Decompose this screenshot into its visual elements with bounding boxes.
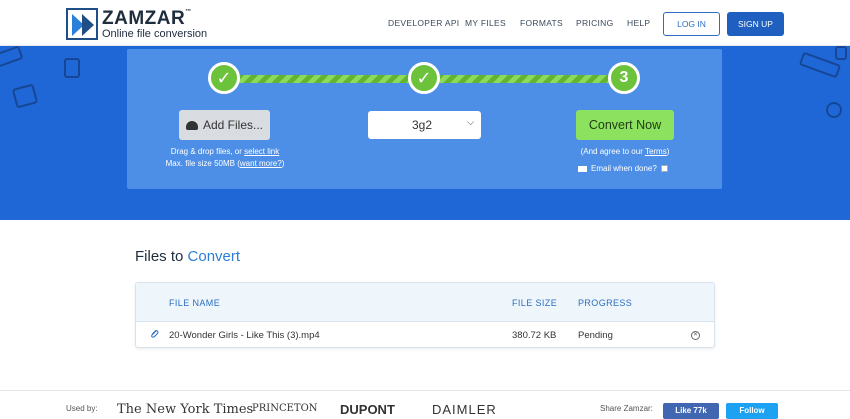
deco-file-icon	[64, 58, 80, 78]
files-section-title: Files to Convert	[135, 248, 241, 265]
file-progress-cell: Pending	[578, 330, 613, 341]
zamzar-logo[interactable]: ZAMZAR™ Online file conversion	[66, 8, 207, 40]
deco-image-icon	[11, 83, 39, 109]
press-logo-nyt: The New York Times	[117, 402, 254, 417]
facebook-like-button[interactable]: Like 77k	[663, 403, 719, 419]
step-1-check-icon: ✓	[208, 62, 240, 94]
logo-arrows-icon	[66, 8, 98, 40]
email-checkbox[interactable]	[660, 165, 668, 172]
share-label: Share Zamzar:	[600, 404, 653, 413]
used-by-label: Used by:	[66, 404, 98, 413]
file-name-cell: 20-Wonder Girls - Like This (3).mp4	[169, 330, 320, 341]
press-logo-princeton: PRINCETON	[252, 403, 318, 414]
add-files-label: Add Files...	[202, 118, 264, 132]
logo-tagline: Online file conversion	[102, 27, 208, 40]
twitter-follow-button[interactable]: Follow	[726, 403, 778, 419]
deco-tool-icon	[826, 102, 842, 118]
progress-track-2	[430, 75, 620, 83]
want-more-link[interactable]: want more?	[240, 159, 282, 168]
email-when-done: Email when done?	[578, 164, 668, 173]
press-logo-dupont: DUPONT	[340, 402, 395, 417]
cloud-upload-icon	[185, 120, 198, 130]
format-select[interactable]: 3g2 ⌵	[368, 111, 481, 139]
convert-now-button[interactable]: Convert Now	[576, 110, 674, 140]
terms-link[interactable]: Terms	[645, 147, 667, 156]
deco-box-icon	[835, 46, 847, 60]
nav-formats[interactable]: FORMATS	[520, 18, 563, 28]
footer-divider	[0, 390, 850, 391]
col-progress: PROGRESS	[578, 298, 633, 308]
drag-drop-hint: Drag & drop files, or select link	[170, 147, 280, 156]
step-2-check-icon: ✓	[408, 62, 440, 94]
remove-file-icon[interactable]: ✕	[691, 331, 700, 340]
files-table-header: FILE NAME FILE SIZE PROGRESS	[136, 283, 714, 322]
max-size-hint: Max. file size 50MB (want more?)	[165, 159, 285, 168]
nav-help[interactable]: HELP	[627, 18, 650, 28]
login-button[interactable]: LOG IN	[663, 12, 720, 36]
paperclip-icon	[151, 330, 159, 338]
files-table: FILE NAME FILE SIZE PROGRESS 20-Wonder G…	[135, 282, 715, 348]
format-value: 3g2	[412, 118, 433, 132]
email-label: Email when done?	[591, 164, 657, 173]
progress-track-1	[230, 75, 430, 83]
nav-my-files[interactable]: MY FILES	[465, 18, 506, 28]
logo-name: ZAMZAR™	[102, 7, 192, 29]
signup-button[interactable]: SIGN UP	[727, 12, 784, 36]
envelope-icon	[578, 165, 587, 172]
deco-tag-icon	[0, 46, 24, 69]
col-file-name: FILE NAME	[169, 298, 221, 308]
select-link[interactable]: select link	[244, 147, 279, 156]
chevron-down-icon: ⌵	[467, 117, 474, 127]
terms-hint: (And agree to our Terms)	[580, 147, 670, 156]
col-file-size: FILE SIZE	[512, 298, 558, 308]
site-header: ZAMZAR™ Online file conversion DEVELOPER…	[0, 0, 850, 46]
add-files-button[interactable]: Add Files...	[179, 110, 270, 140]
file-size-cell: 380.72 KB	[512, 330, 557, 341]
nav-developer-api[interactable]: DEVELOPER API	[388, 18, 459, 28]
step-3-number: 3	[608, 62, 640, 94]
press-logo-daimler: DAIMLER	[432, 402, 497, 417]
nav-pricing[interactable]: PRICING	[576, 18, 614, 28]
